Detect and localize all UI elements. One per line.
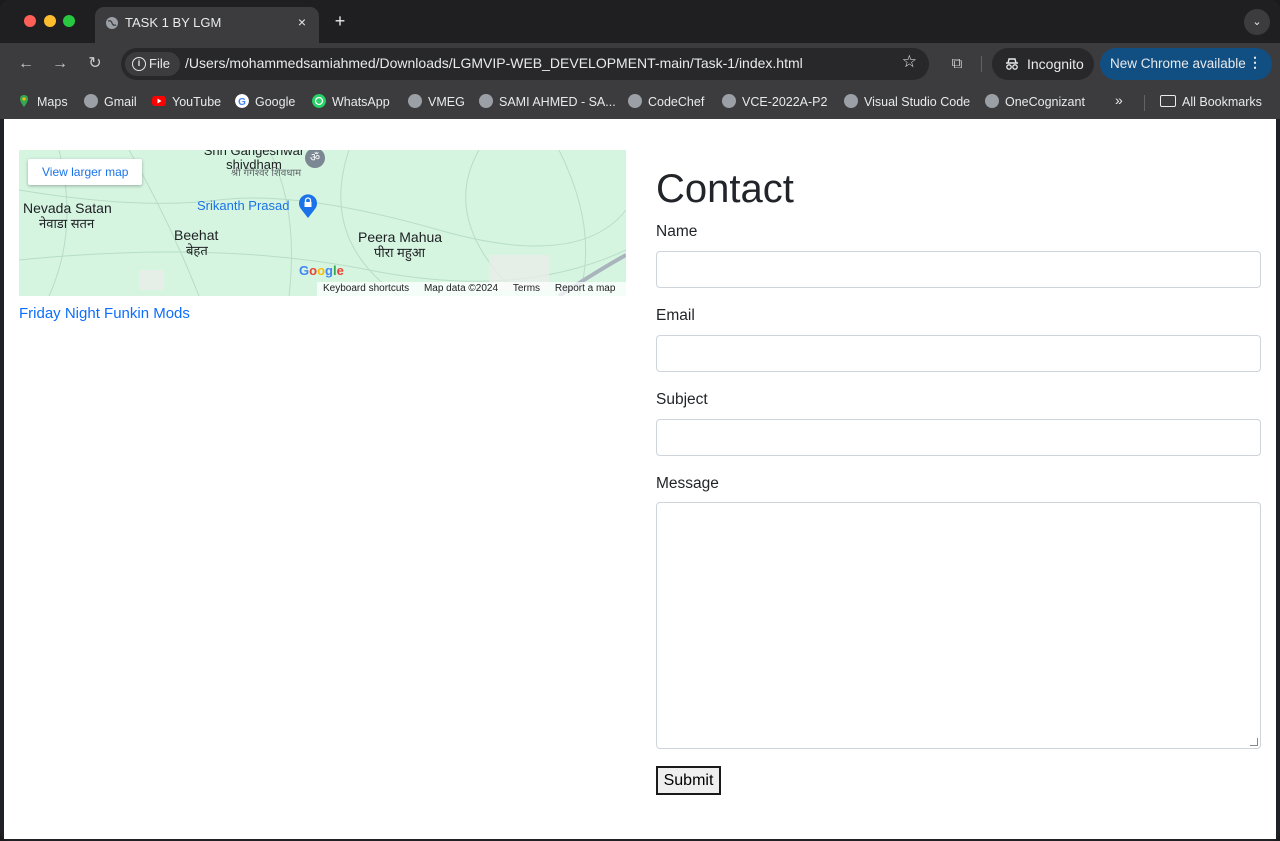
url-text[interactable]: /Users/mohammedsamiahmed/Downloads/LGMVI…	[185, 55, 803, 71]
globe-icon	[106, 17, 118, 29]
address-bar[interactable]: i File /Users/mohammedsamiahmed/Download…	[121, 48, 929, 80]
globe-icon	[408, 94, 422, 108]
tab-strip: TASK 1 BY LGM × + ⌄	[0, 0, 1280, 43]
subject-label: Subject	[656, 391, 708, 408]
bookmark-youtube[interactable]: YouTube	[152, 92, 221, 112]
update-chrome-button[interactable]: New Chrome available ⋮	[1100, 48, 1272, 80]
bookmark-vscode[interactable]: Visual Studio Code	[844, 92, 970, 112]
embedded-map[interactable]: View larger map Shri Gangeshwar shivdham…	[19, 150, 626, 296]
site-info-label: File	[149, 56, 170, 71]
maximize-window-button[interactable]	[63, 15, 75, 27]
globe-icon	[985, 94, 999, 108]
reload-button[interactable]: ↻	[83, 52, 107, 76]
message-field[interactable]	[656, 502, 1261, 749]
menu-icon[interactable]: ⋮	[1248, 54, 1262, 71]
bookmarks-bar: Maps Gmail YouTube G Google WhatsApp VMEG…	[0, 85, 1280, 119]
email-label: Email	[656, 307, 695, 324]
resize-handle-icon[interactable]	[1250, 738, 1258, 746]
map-place-nevada: Nevada Satan	[23, 200, 112, 216]
map-place-beehat-hindi: बेहत	[186, 243, 208, 258]
close-window-button[interactable]	[24, 15, 36, 27]
bookmark-vmeg[interactable]: VMEG	[408, 92, 465, 112]
incognito-label: Incognito	[1027, 56, 1084, 72]
friday-night-funkin-link[interactable]: Friday Night Funkin Mods	[19, 305, 190, 322]
tab-close-icon[interactable]: ×	[293, 13, 311, 31]
map-place-peera: Peera Mahua	[358, 229, 443, 245]
page-content: View larger map Shri Gangeshwar shivdham…	[4, 119, 1276, 839]
view-larger-map-button[interactable]: View larger map	[28, 159, 143, 185]
keyboard-shortcuts-link[interactable]: Keyboard shortcuts	[323, 283, 409, 294]
map-data-label: Map data ©2024	[423, 283, 499, 294]
page-title: Contact	[656, 167, 794, 211]
google-icon: G	[235, 94, 249, 108]
browser-window: TASK 1 BY LGM × + ⌄ ← → ↻ i File /Users/…	[0, 0, 1280, 841]
globe-icon	[844, 94, 858, 108]
globe-icon	[84, 94, 98, 108]
email-field[interactable]	[656, 335, 1261, 372]
map-place-beehat: Beehat	[174, 227, 219, 243]
maps-icon	[20, 95, 28, 107]
tab-active[interactable]: TASK 1 BY LGM ×	[95, 7, 319, 43]
submit-button[interactable]: Submit	[656, 766, 721, 795]
all-bookmarks-button[interactable]: All Bookmarks	[1160, 92, 1262, 112]
name-label: Name	[656, 223, 698, 240]
bookmark-google[interactable]: G Google	[235, 92, 295, 112]
google-logo: Google	[299, 263, 344, 278]
extensions-icon[interactable]: ⧉	[945, 52, 969, 76]
bookmarks-divider	[1144, 95, 1145, 111]
message-label: Message	[656, 475, 719, 492]
map-place-shivdham-hindi: श्री गंगेश्वर शिवधाम	[231, 168, 302, 179]
minimize-window-button[interactable]	[44, 15, 56, 27]
folder-icon	[1160, 95, 1176, 107]
map-footer: Keyboard shortcuts Map data ©2024 Terms …	[317, 282, 626, 296]
bookmark-maps[interactable]: Maps	[17, 92, 68, 112]
more-bookmarks-icon[interactable]: »	[1115, 92, 1123, 108]
toolbar-divider	[981, 56, 982, 72]
site-info-chip[interactable]: i File	[125, 52, 180, 76]
svg-text:G: G	[238, 97, 246, 108]
bookmark-whatsapp[interactable]: WhatsApp	[312, 92, 390, 112]
new-tab-button[interactable]: +	[330, 11, 350, 31]
info-icon: i	[132, 57, 146, 71]
globe-icon	[628, 94, 642, 108]
tab-search-button[interactable]: ⌄	[1244, 9, 1270, 35]
terms-link[interactable]: Terms	[513, 283, 540, 294]
forward-button[interactable]: →	[48, 52, 72, 76]
name-field[interactable]	[656, 251, 1261, 288]
tab-title: TASK 1 BY LGM	[125, 15, 222, 30]
toolbar: ← → ↻ i File /Users/mohammedsamiahmed/Do…	[0, 43, 1280, 85]
map-place-peera-hindi: पीरा महुआ	[374, 245, 426, 260]
update-label: New Chrome available	[1110, 56, 1246, 71]
map-place-srikanth[interactable]: Srikanth Prasad	[197, 198, 290, 213]
whatsapp-icon	[312, 94, 326, 108]
lock-pin-icon[interactable]	[297, 193, 319, 219]
bookmark-sami-ahmed[interactable]: SAMI AHMED - SA...	[479, 92, 616, 112]
bookmark-star-icon[interactable]: ☆	[902, 52, 917, 72]
bookmark-codechef[interactable]: CodeChef	[628, 92, 704, 112]
globe-icon	[722, 94, 736, 108]
youtube-icon	[152, 96, 166, 106]
bookmark-vce[interactable]: VCE-2022A-P2	[722, 92, 827, 112]
globe-icon	[479, 94, 493, 108]
back-button[interactable]: ←	[14, 52, 38, 76]
bookmark-onecognizant[interactable]: OneCognizant	[985, 92, 1085, 112]
incognito-icon	[1006, 58, 1018, 70]
map-place-nevada-hindi: नेवाडा सतन	[39, 216, 95, 231]
bookmark-gmail[interactable]: Gmail	[84, 92, 137, 112]
incognito-badge[interactable]: Incognito	[992, 48, 1094, 80]
subject-field[interactable]	[656, 419, 1261, 456]
